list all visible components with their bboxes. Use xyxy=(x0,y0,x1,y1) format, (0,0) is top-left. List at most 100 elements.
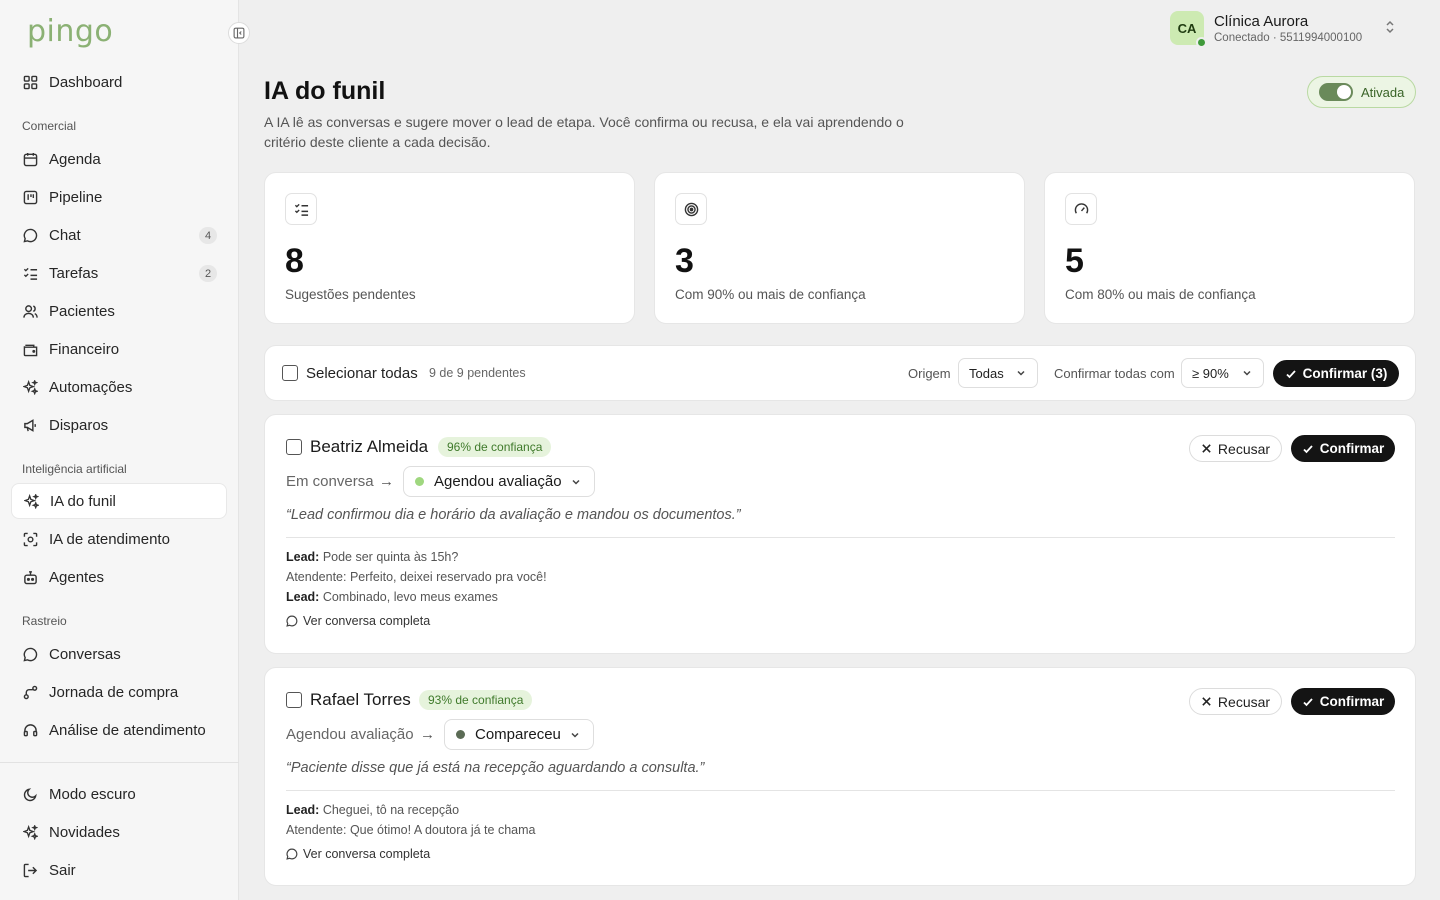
sidebar-item-dashboard[interactable]: Dashboard xyxy=(11,64,227,100)
view-conversation-link[interactable]: Ver conversa completa xyxy=(286,847,430,861)
threshold-select-value: ≥ 90% xyxy=(1192,365,1229,381)
target-icon xyxy=(675,193,707,225)
moon-icon xyxy=(22,786,38,802)
sidebar-item-label: IA do funil xyxy=(50,492,116,510)
sidebar-collapse-button[interactable] xyxy=(228,22,250,44)
sidebar-item-ia-do-funil[interactable]: IA do funil xyxy=(11,483,227,519)
stat-value: 8 xyxy=(285,242,304,280)
headset-icon xyxy=(22,722,38,738)
reject-label: Recusar xyxy=(1217,440,1271,457)
message-line: Atendente: Que ótimo! A doutora já te ch… xyxy=(286,823,536,837)
target-stage-select[interactable]: Compareceu xyxy=(444,719,594,750)
confirm-all-label-text: Confirmar (3) xyxy=(1302,366,1388,381)
select-all-checkbox[interactable] xyxy=(282,365,298,381)
page-description: A IA lê as conversas e sugere mover o le… xyxy=(264,114,904,150)
brand-logo[interactable]: pingo xyxy=(27,14,113,49)
users-icon xyxy=(22,303,38,319)
target-stage-value: Agendou avaliação xyxy=(434,473,562,490)
reject-button[interactable]: Recusar xyxy=(1189,435,1282,462)
chevron-down-icon xyxy=(571,732,579,738)
lead-checkbox[interactable] xyxy=(286,692,302,708)
panel-collapse-icon xyxy=(233,27,245,39)
sparkles-icon xyxy=(22,379,38,395)
sidebar-item-automacoes[interactable]: Automações xyxy=(11,369,227,405)
confirm-all-button[interactable]: Confirmar (3) xyxy=(1273,360,1399,387)
stat-value: 3 xyxy=(675,242,694,280)
chevron-down-icon xyxy=(1017,370,1025,376)
sidebar-nav-comercial: Agenda Pipeline Chat 4 Tarefas 2 Pacient… xyxy=(11,141,227,443)
ai-reason: “Lead confirmou dia e horário da avaliaç… xyxy=(286,507,741,523)
message-line: Lead: Pode ser quinta às 15h? xyxy=(286,550,459,564)
lead-card: Beatriz Almeida 96% de confiança Recusar… xyxy=(264,414,1416,654)
origin-label: Origem xyxy=(908,366,951,381)
sidebar-item-chat[interactable]: Chat 4 xyxy=(11,217,227,253)
ai-activation-toggle[interactable]: Ativada xyxy=(1307,76,1416,108)
stat-label: Sugestões pendentes xyxy=(285,287,416,302)
current-stage: Em conversa xyxy=(286,473,374,490)
stat-card-90: 3 Com 90% ou mais de confiança xyxy=(654,172,1025,324)
account-status: Conectado · 5511994000100 xyxy=(1214,31,1363,44)
sidebar-item-label: Pacientes xyxy=(49,302,115,320)
lead-name: Rafael Torres xyxy=(310,690,411,709)
sidebar-item-pipeline[interactable]: Pipeline xyxy=(11,179,227,215)
confidence-badge: 93% de confiança xyxy=(419,690,533,710)
sidebar-item-disparos[interactable]: Disparos xyxy=(11,407,227,443)
sidebar-item-novidades[interactable]: Novidades xyxy=(11,814,227,850)
card-divider xyxy=(286,537,1395,538)
target-stage-select[interactable]: Agendou avaliação xyxy=(403,466,595,497)
stat-label: Com 90% ou mais de confiança xyxy=(675,287,866,302)
confirm-label: Confirmar xyxy=(1319,441,1385,456)
sidebar-item-modo-escuro[interactable]: Modo escuro xyxy=(11,776,227,812)
tasks-icon xyxy=(22,265,38,281)
stat-card-pending: 8 Sugestões pendentes xyxy=(264,172,635,324)
check-icon xyxy=(1303,697,1313,706)
toggle-knob xyxy=(1337,85,1351,99)
sidebar-item-ia-de-atendimento[interactable]: IA de atendimento xyxy=(11,521,227,557)
sidebar-item-label: Jornada de compra xyxy=(49,683,179,701)
sidebar-item-label: Automações xyxy=(49,378,133,396)
close-icon xyxy=(1202,444,1211,453)
sidebar-item-pacientes[interactable]: Pacientes xyxy=(11,293,227,329)
tasks-count-badge: 2 xyxy=(199,265,217,282)
account-name: Clínica Aurora xyxy=(1214,12,1309,30)
threshold-select[interactable]: ≥ 90% xyxy=(1181,358,1264,388)
confirm-button[interactable]: Confirmar xyxy=(1291,435,1395,462)
pending-count: 9 de 9 pendentes xyxy=(429,366,526,380)
logout-icon xyxy=(22,862,38,878)
toggle-switch xyxy=(1319,83,1353,101)
chat-icon xyxy=(22,227,38,243)
sidebar-item-label: Dashboard xyxy=(49,73,123,91)
sidebar-item-tarefas[interactable]: Tarefas 2 xyxy=(11,255,227,291)
sidebar-item-jornada[interactable]: Jornada de compra xyxy=(11,674,227,710)
view-conversation-link[interactable]: Ver conversa completa xyxy=(286,614,430,628)
confirm-button[interactable]: Confirmar xyxy=(1291,688,1395,715)
message-line: Atendente: Perfeito, deixei reservado pr… xyxy=(286,570,547,584)
reject-button[interactable]: Recusar xyxy=(1189,688,1282,715)
lead-checkbox[interactable] xyxy=(286,439,302,455)
sidebar-item-financeiro[interactable]: Financeiro xyxy=(11,331,227,367)
sidebar-item-analise[interactable]: Análise de atendimento xyxy=(11,712,227,748)
account-switcher[interactable]: CA Clínica Aurora Conectado · 5511994000… xyxy=(1170,10,1394,48)
check-icon xyxy=(1303,444,1313,453)
select-all-label[interactable]: Selecionar todas xyxy=(306,365,418,382)
sidebar-item-label: Pipeline xyxy=(49,188,103,206)
megaphone-icon xyxy=(22,417,38,433)
sidebar-item-sair[interactable]: Sair xyxy=(11,852,227,888)
bulk-actions-toolbar: Selecionar todas 9 de 9 pendentes Origem… xyxy=(264,345,1416,401)
chevron-down-icon xyxy=(572,479,580,485)
stat-label: Com 80% ou mais de confiança xyxy=(1065,287,1256,302)
arrow-right-icon: → xyxy=(420,726,435,743)
sidebar-item-agenda[interactable]: Agenda xyxy=(11,141,227,177)
confidence-badge: 96% de confiança xyxy=(438,437,552,457)
sidebar-item-label: Tarefas xyxy=(49,264,99,282)
toggle-label: Ativada xyxy=(1361,84,1405,100)
sidebar-nav-top: Dashboard xyxy=(11,64,227,100)
chat-icon xyxy=(286,615,298,627)
origin-select[interactable]: Todas xyxy=(958,358,1038,388)
chat-count-badge: 4 xyxy=(199,227,217,244)
close-icon xyxy=(1202,697,1211,706)
sidebar-item-conversas[interactable]: Conversas xyxy=(11,636,227,672)
sidebar-nav-rastreio: Conversas Jornada de compra Análise de a… xyxy=(11,636,227,748)
sidebar-item-agentes[interactable]: Agentes xyxy=(11,559,227,595)
section-label-rastreio: Rastreio xyxy=(22,614,67,628)
